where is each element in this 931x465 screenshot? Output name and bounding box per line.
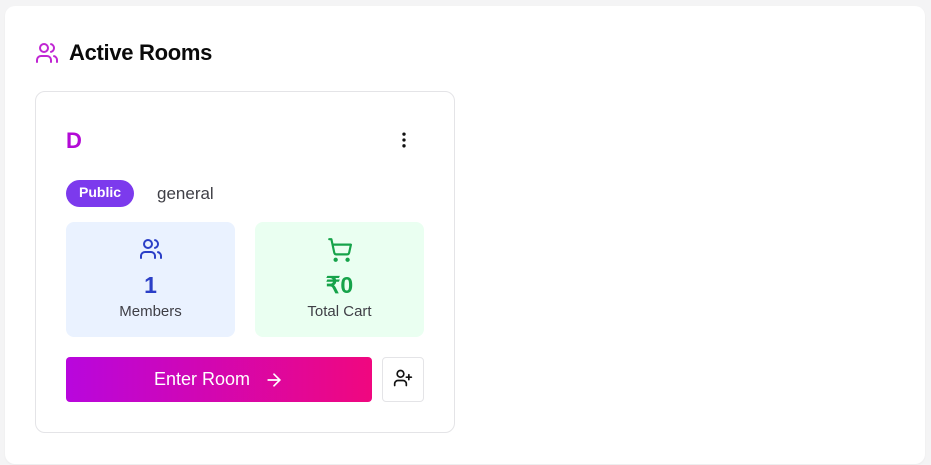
room-name: D [66, 128, 82, 153]
invite-user-button[interactable] [382, 357, 424, 402]
enter-room-button[interactable]: Enter Room [66, 357, 372, 402]
cart-stat: ₹0 Total Cart [255, 222, 424, 337]
members-count: 1 [144, 272, 157, 298]
members-stat: 1 Members [66, 222, 235, 337]
users-icon [35, 41, 59, 65]
room-menu-button[interactable] [392, 130, 416, 154]
room-category: general [157, 184, 214, 203]
shopping-cart-icon [255, 237, 424, 263]
users-icon [66, 237, 235, 261]
more-vertical-icon [394, 130, 414, 155]
enter-room-label: Enter Room [153, 369, 251, 389]
members-label: Members [119, 303, 182, 320]
cart-label: Total Cart [307, 303, 372, 320]
active-rooms-panel: Active Rooms D Public general 1 Members … [5, 6, 925, 464]
user-plus-icon [393, 368, 413, 391]
room-card[interactable]: D Public general 1 Members ₹0 Total Cart… [35, 91, 455, 433]
cart-total: ₹0 [325, 272, 354, 298]
arrow-right-icon [264, 370, 284, 390]
section-header: Active Rooms [35, 40, 212, 66]
visibility-badge: Public [66, 180, 135, 207]
section-title: Active Rooms [69, 40, 213, 65]
